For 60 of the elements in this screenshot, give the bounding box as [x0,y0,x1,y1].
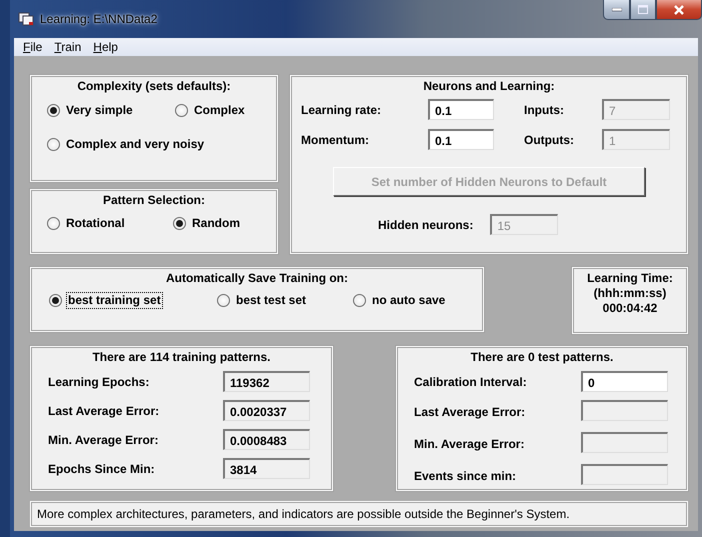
value-field[interactable]: 119362 [223,371,310,392]
value-field[interactable] [581,464,668,485]
minimize-icon [612,8,622,12]
panel-title: Learning Time: [586,271,674,286]
radio-button[interactable] [47,104,60,117]
radio-button[interactable] [47,138,60,151]
window-title: Learning: E:\NNData2 [40,12,158,26]
radio-button[interactable] [217,294,230,307]
panel-title: There are 114 training patterns. [91,350,272,365]
panel-title: There are 0 test patterns. [470,350,614,365]
minimize-button[interactable] [603,0,630,20]
field-label: Calibration Interval: [414,374,528,388]
menu-item[interactable]: Train [48,40,88,54]
panel-title: Pattern Selection: [102,193,206,208]
value-field[interactable]: 0 [581,371,668,392]
value-field[interactable]: 0.0008483 [223,429,310,450]
radio-label[interactable]: Rotational [65,216,126,231]
value-field[interactable]: 3814 [223,458,310,479]
radio-label[interactable]: best training set [67,293,162,308]
field-label: Hidden neurons: [378,218,474,232]
field-label: Events since min: [414,469,518,483]
panel-title: Complexity (sets defaults): [76,79,232,94]
radio-label[interactable]: no auto save [371,293,446,308]
radio-label[interactable]: Very simple [65,103,134,118]
field-label: Learning Epochs: [48,374,150,388]
radio-button[interactable] [353,294,366,307]
field-label: Epochs Since Min: [48,462,156,476]
menu-item[interactable]: File [17,40,48,54]
value-field[interactable]: 0.0020337 [223,400,310,421]
status-bar: More complex architectures, parameters, and indicators are possible outside the Beginner's System. [30,501,688,527]
value-field[interactable] [581,432,668,453]
radio-button[interactable] [175,104,188,117]
panel-title: Neurons and Learning: [422,79,556,94]
time-format: (hhh:mm:ss) [592,286,668,301]
radio-label[interactable]: Random [191,216,241,231]
menu-item[interactable]: Help [87,40,124,54]
close-button[interactable] [656,0,702,20]
field-label: Inputs: [524,102,565,116]
field-label: Momentum: [301,132,370,146]
maximize-button[interactable] [630,0,656,20]
panel-title: Automatically Save Training on: [164,271,350,286]
field-label: Min. Average Error: [48,432,160,446]
radio-label[interactable]: Complex [193,103,246,118]
radio-label[interactable]: best test set [235,293,308,308]
text-field[interactable]: 0.1 [428,129,494,150]
close-icon [673,4,685,14]
elapsed-time: 000:04:42 [602,301,658,316]
radio-button[interactable] [173,217,186,230]
field-label: Last Average Error: [414,405,526,419]
maximize-icon [638,5,648,14]
field-label: Last Average Error: [48,404,160,418]
radio-button[interactable] [49,294,62,307]
field-label: Outputs: [524,132,575,146]
app-icon [18,12,34,26]
text-field[interactable]: 0.1 [428,99,494,120]
radio-button[interactable] [47,217,60,230]
value-field[interactable] [581,400,668,421]
field-label: Min. Average Error: [414,437,526,451]
radio-label[interactable]: Complex and very noisy [65,137,206,152]
field-label: Learning rate: [301,102,382,116]
